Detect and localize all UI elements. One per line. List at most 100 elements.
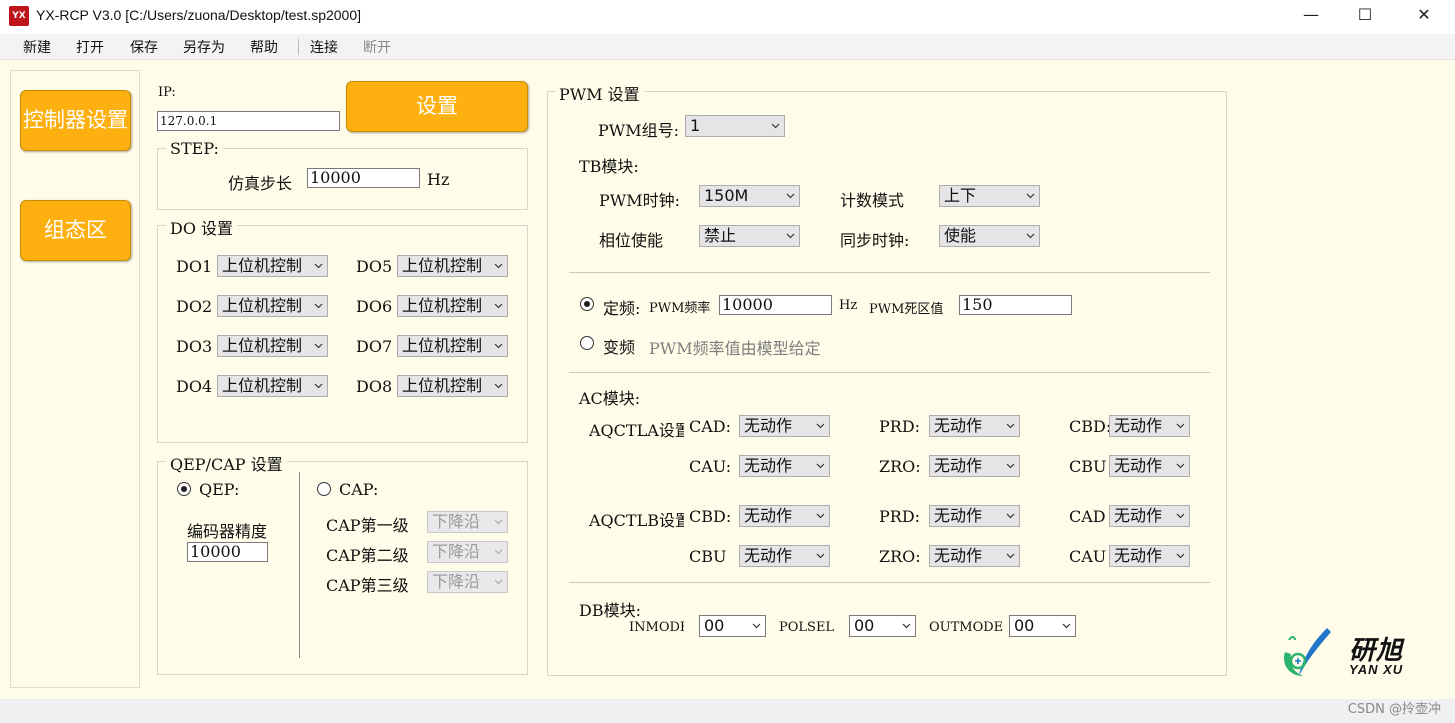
inmode-select[interactable]: 00 [699,615,766,637]
tb-title: TB模块: [579,157,639,176]
chevron-down-icon [1176,511,1185,520]
chevron-down-icon [494,301,503,310]
dead-band-input[interactable]: 150 [959,295,1072,315]
do1-select[interactable]: 上位机控制 [217,255,328,277]
qep-label: QEP: [199,480,240,499]
step-input[interactable]: 10000 [307,168,420,188]
do6-select[interactable]: 上位机控制 [397,295,508,317]
aqctla-prd-select[interactable]: 无动作 [929,415,1020,437]
ip-set-button[interactable]: 设置 [346,81,528,132]
variable-freq-label: 变频 [603,338,636,357]
do8-select[interactable]: 上位机控制 [397,375,508,397]
menu-open[interactable]: 打开 [76,37,104,57]
chevron-down-icon [494,381,503,390]
qep-cap-divider [299,472,300,658]
cap-label: CAP: [339,480,379,499]
aqctla-zro-label: ZRO: [879,457,921,476]
do4-label: DO4 [176,377,213,396]
maximize-button[interactable]: ☐ [1337,0,1393,32]
chevron-down-icon [1176,551,1185,560]
chevron-down-icon [494,261,503,270]
aqctlb-cbu-select[interactable]: 无动作 [739,545,830,567]
outmode-select[interactable]: 00 [1009,615,1076,637]
chevron-down-icon [816,551,825,560]
aqctlb-prd-select[interactable]: 无动作 [929,505,1020,527]
chevron-down-icon [1176,461,1185,470]
do-title: DO 设置 [166,215,238,239]
count-mode-label: 计数模式 [840,191,905,210]
aqctlb-cbd-select[interactable]: 无动作 [739,505,830,527]
ip-input[interactable]: 127.0.0.1 [157,111,340,131]
db-title: DB模块: [579,601,641,620]
do4-select[interactable]: 上位机控制 [217,375,328,397]
chevron-down-icon [816,421,825,430]
chevron-down-icon [816,461,825,470]
pwm-title: PWM 设置 [555,81,644,105]
aqctlb-zro-label: ZRO: [879,547,921,566]
controller-settings-button[interactable]: 控制器设置 [20,90,131,151]
aqctla-zro-select[interactable]: 无动作 [929,455,1020,477]
do7-select[interactable]: 上位机控制 [397,335,508,357]
cap3-select[interactable]: 下降沿 [427,571,508,593]
app-icon: YX [9,6,29,26]
cap-radio[interactable] [317,482,331,496]
cap2-select[interactable]: 下降沿 [427,541,508,563]
pwm-group-select[interactable]: 1 [685,115,785,137]
menu-connect[interactable]: 连接 [310,37,338,57]
count-mode-select[interactable]: 上下 [939,185,1040,207]
outmode-label: OUTMODE [929,620,1004,635]
menu-new[interactable]: 新建 [23,37,51,57]
aqctlb-cau-select[interactable]: 无动作 [1109,545,1190,567]
aqctla-cbu-label: CBU [1069,457,1107,476]
qep-radio[interactable] [177,482,191,496]
divider [569,582,1210,583]
chevron-down-icon [494,577,503,586]
aqctlb-cad-label: CAD [1069,507,1106,526]
aqctla-cbd-select[interactable]: 无动作 [1109,415,1190,437]
inmode-label: INMODE [629,620,684,635]
close-button[interactable]: ✕ [1396,0,1452,32]
cap1-select[interactable]: 下降沿 [427,511,508,533]
aqctla-cbu-select[interactable]: 无动作 [1109,455,1190,477]
minimize-button[interactable]: — [1283,0,1339,32]
chevron-down-icon [1026,191,1035,200]
polsel-select[interactable]: 00 [849,615,916,637]
menu-disconnect[interactable]: 断开 [363,37,391,57]
pwm-freq-label: PWM频率 [649,301,711,316]
chevron-down-icon [314,301,323,310]
step-label: 仿真步长 [228,174,293,193]
menu-help[interactable]: 帮助 [250,37,278,57]
do1-label: DO1 [176,257,213,276]
pwm-clock-select[interactable]: 150M [699,185,800,207]
do2-label: DO2 [176,297,213,316]
aqctla-cad-select[interactable]: 无动作 [739,415,830,437]
do5-select[interactable]: 上位机控制 [397,255,508,277]
do2-select[interactable]: 上位机控制 [217,295,328,317]
variable-freq-radio[interactable] [580,336,594,350]
chevron-down-icon [494,547,503,556]
pwm-freq-input[interactable]: 10000 [719,295,832,315]
menu-separator [298,39,299,55]
aqctlb-zro-select[interactable]: 无动作 [929,545,1020,567]
aqctlb-prd-label: PRD: [879,507,921,526]
encoder-input[interactable]: 10000 [187,542,268,562]
aqctlb-label: AQCTLB设置 [589,511,684,530]
fixed-freq-radio[interactable] [580,297,594,311]
aqctlb-cau-label: CAU [1069,547,1107,566]
chevron-down-icon [902,621,911,630]
menu-save[interactable]: 保存 [130,37,158,57]
pwm-clock-label: PWM时钟: [599,191,680,210]
config-area-button[interactable]: 组态区 [20,200,131,261]
cap2-label: CAP第二级 [326,546,409,565]
menu-save-as[interactable]: 另存为 [183,37,225,57]
chevron-down-icon [771,121,780,130]
do5-label: DO5 [356,257,393,276]
aqctlb-cad-select[interactable]: 无动作 [1109,505,1190,527]
do3-select[interactable]: 上位机控制 [217,335,328,357]
phase-enable-select[interactable]: 禁止 [699,225,800,247]
sync-clock-select[interactable]: 使能 [939,225,1040,247]
ip-label: IP: [158,85,176,100]
chevron-down-icon [1062,621,1071,630]
aqctla-cau-select[interactable]: 无动作 [739,455,830,477]
yanxu-logo-icon [1279,626,1339,680]
